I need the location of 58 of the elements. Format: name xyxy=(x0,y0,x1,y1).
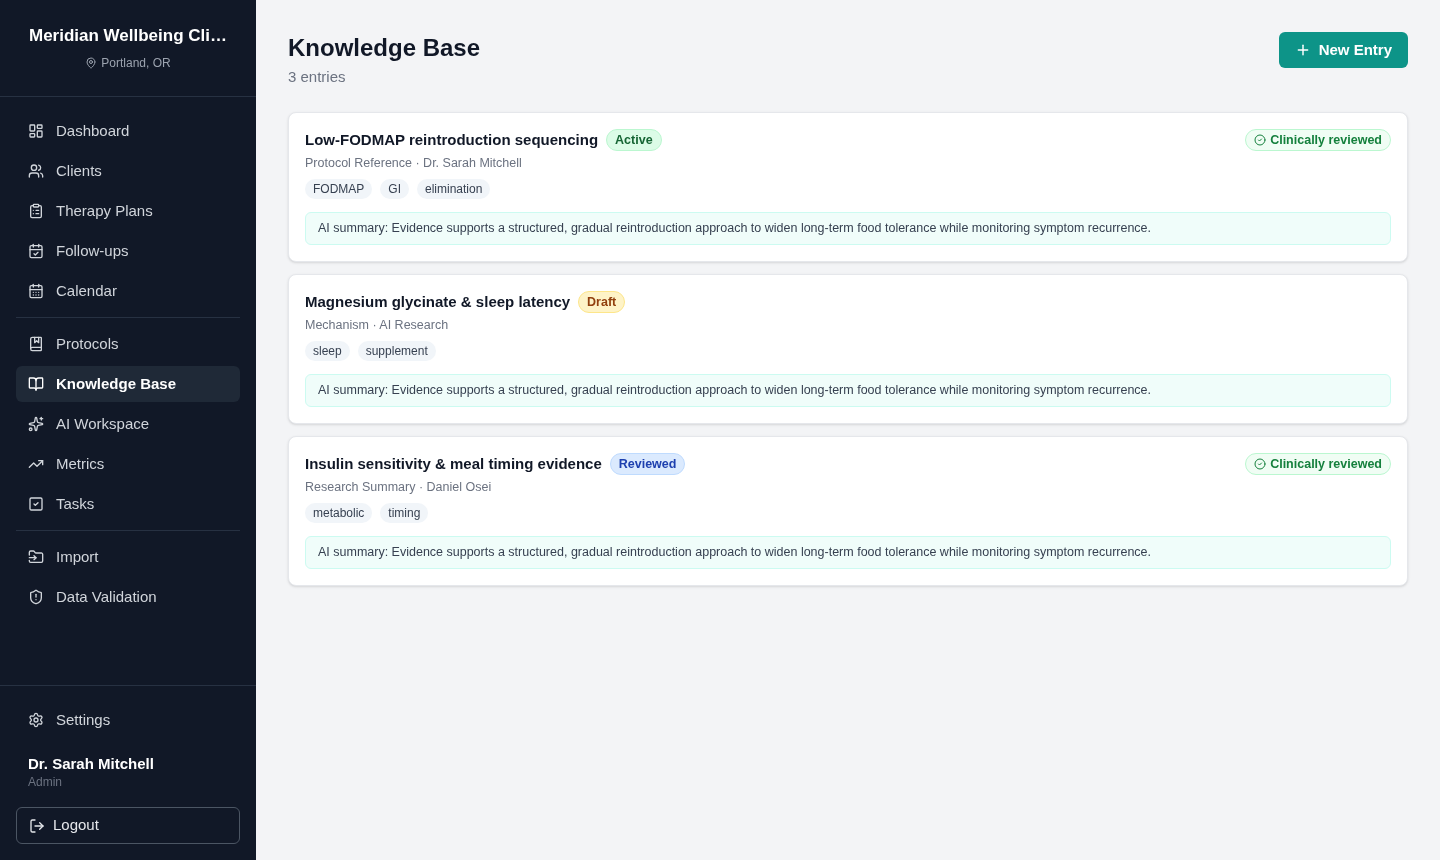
entry-title: Insulin sensitivity & meal timing evidence xyxy=(305,453,602,474)
tag: elimination xyxy=(417,179,491,199)
clinic-name: Meridian Wellbeing Cli… xyxy=(28,25,227,47)
check-circle-icon xyxy=(1254,458,1267,470)
calendar-icon xyxy=(28,283,44,299)
entry-meta: Protocol Reference · Dr. Sarah Mitchell xyxy=(305,155,523,172)
bookmarked-book-icon xyxy=(28,336,44,352)
clinically-reviewed-badge: Clinically reviewed xyxy=(1245,129,1391,151)
tag: metabolic xyxy=(305,503,373,523)
dashboard-grid-icon xyxy=(28,123,44,139)
check-circle-icon xyxy=(1254,134,1267,146)
entry-meta: Mechanism · AI Research xyxy=(305,317,450,334)
status-badge: Active xyxy=(606,129,662,151)
sidebar-nav-item[interactable]: Follow-ups xyxy=(16,233,240,269)
shield-icon xyxy=(28,589,44,605)
tag: sleep xyxy=(305,341,350,361)
sidebar-nav-item[interactable]: Calendar xyxy=(16,273,240,309)
tag: timing xyxy=(380,503,429,523)
page-title: Knowledge Base xyxy=(288,33,481,63)
sparkles-icon xyxy=(28,416,44,432)
sidebar-nav-item[interactable]: Knowledge Base xyxy=(16,366,240,402)
clinic-location: Portland, OR xyxy=(101,55,171,71)
sidebar-nav-item[interactable]: Import xyxy=(16,539,240,575)
entry-meta: Research Summary · Daniel Osei xyxy=(305,479,493,496)
sidebar-nav-item[interactable]: AI Workspace xyxy=(16,406,240,442)
settings-nav-item[interactable]: Settings xyxy=(16,702,240,738)
user-name: Dr. Sarah Mitchell xyxy=(28,754,155,774)
tag: supplement xyxy=(357,341,436,361)
new-entry-button[interactable]: New Entry xyxy=(1278,32,1408,68)
ai-summary: AI summary: Evidence supports a structured, gradual reintroduction approach to widen long-term food tolerance while monitoring symptom recurrence. xyxy=(305,212,1391,245)
logout-button[interactable]: Logout xyxy=(16,807,240,844)
entry-title: Magnesium glycinate & sleep latency xyxy=(305,291,571,312)
sidebar-nav-item[interactable]: Protocols xyxy=(16,326,240,362)
status-badge: Draft xyxy=(578,291,626,313)
sidebar-nav-item[interactable]: Tasks xyxy=(16,486,240,522)
sidebar-nav-item[interactable]: Clients xyxy=(16,153,240,189)
sidebar-nav-item[interactable]: Data Validation xyxy=(16,579,240,615)
clinically-reviewed-badge: Clinically reviewed xyxy=(1245,453,1391,475)
tag: FODMAP xyxy=(305,179,373,199)
sidebar-nav-item[interactable]: Metrics xyxy=(16,446,240,482)
calendar-check-icon xyxy=(28,243,44,259)
status-badge: Reviewed xyxy=(609,453,686,475)
people-icon xyxy=(28,163,44,179)
user-role: Admin xyxy=(28,774,63,790)
ai-summary: AI summary: Evidence supports a structured, gradual reintroduction approach to widen long-term food tolerance while monitoring symptom recurrence. xyxy=(305,536,1391,569)
tag: GI xyxy=(380,179,409,199)
logout-icon xyxy=(29,817,45,834)
sidebar-nav-item[interactable]: Therapy Plans xyxy=(16,193,240,229)
clipboard-icon xyxy=(28,203,44,219)
arrow-into-box-icon xyxy=(28,549,44,565)
open-book-icon xyxy=(28,376,44,392)
checkbox-icon xyxy=(28,496,44,512)
map-pin-icon xyxy=(85,57,98,69)
settings-icon xyxy=(28,712,44,728)
ai-summary: AI summary: Evidence supports a structured, gradual reintroduction approach to widen long-term food tolerance while monitoring symptom recurrence. xyxy=(305,374,1391,407)
sidebar-nav-item[interactable]: Dashboard xyxy=(16,113,240,149)
entry-title: Low-FODMAP reintroduction sequencing xyxy=(305,129,599,150)
entry-count: 3 entries xyxy=(288,67,347,87)
